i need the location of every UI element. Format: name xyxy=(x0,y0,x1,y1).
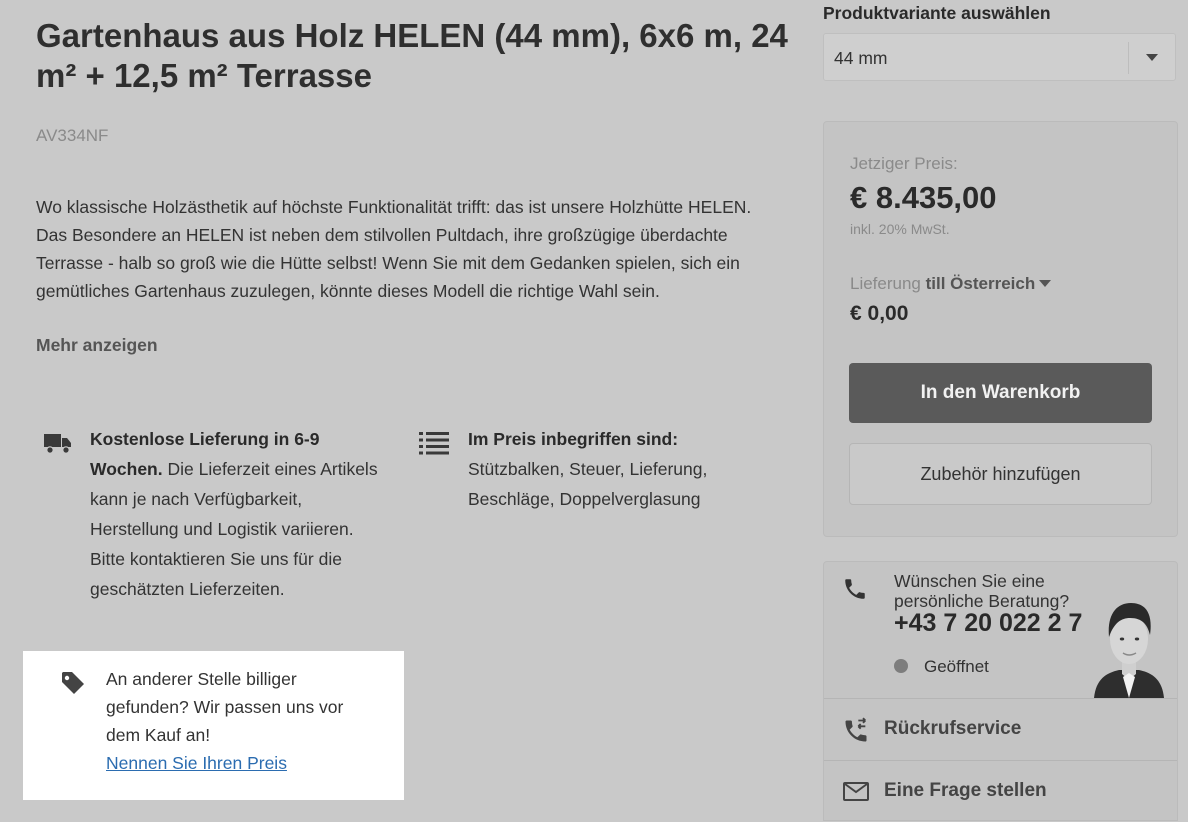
price-tag-icon xyxy=(60,670,86,701)
contact-panel: Wünschen Sie eine persönliche Beratung? … xyxy=(823,561,1178,821)
open-status: Geöffnet xyxy=(924,657,989,676)
ask-question-label: Eine Frage stellen xyxy=(884,780,1047,801)
included-info-title: Im Preis inbegriffen sind: xyxy=(468,429,679,449)
included-info-text: Stützbalken, Steuer, Lieferung, Beschläg… xyxy=(468,459,708,509)
phone-number[interactable]: +43 7 20 022 2 7 xyxy=(894,609,1082,638)
list-icon xyxy=(418,431,450,460)
advisor-avatar xyxy=(1094,597,1164,698)
price-match-content: An anderer Stelle billiger gefunden? Wir… xyxy=(106,665,376,777)
mail-icon xyxy=(842,779,870,808)
product-description: Wo klassische Holzästhetik auf höchste F… xyxy=(36,197,752,301)
chevron-down-icon xyxy=(1146,54,1158,61)
product-title: Gartenhaus aus Holz HELEN (44 mm), 6x6 m… xyxy=(36,17,788,94)
delivery-info: Kostenlose Lieferung in 6-9 Wochen. Die … xyxy=(90,424,380,604)
callback-service-label: Rückrufservice xyxy=(884,718,1022,739)
variant-label: Produktvariante auswählen xyxy=(823,3,1051,23)
name-your-price-link[interactable]: Nennen Sie Ihren Preis xyxy=(106,753,287,773)
add-accessories-button[interactable]: Zubehör hinzufügen xyxy=(849,443,1152,505)
delivery-info-text: Die Lieferzeit eines Artikels kann je na… xyxy=(90,459,378,599)
variant-select[interactable]: 44 mm xyxy=(823,33,1176,81)
caret-down-icon xyxy=(1039,280,1052,287)
show-more-link[interactable]: Mehr anzeigen xyxy=(36,335,158,356)
ask-question-link[interactable]: Eine Frage stellen xyxy=(824,760,1177,822)
select-divider xyxy=(1128,42,1129,74)
callback-service-link[interactable]: Rückrufservice xyxy=(824,698,1177,760)
vat-note: inkl. 20% MwSt. xyxy=(850,221,950,237)
add-to-cart-button[interactable]: In den Warenkorb xyxy=(849,363,1152,423)
price-match-text: An anderer Stelle billiger gefunden? Wir… xyxy=(106,669,344,745)
consultation-question: Wünschen Sie eine persönliche Beratung? xyxy=(894,571,1070,611)
status-dot xyxy=(894,659,908,673)
delivery-country-label: till Österreich xyxy=(925,274,1036,293)
truck-icon xyxy=(43,431,73,460)
delivery-label: Lieferung xyxy=(850,274,921,293)
delivery-country-select[interactable]: till Österreich xyxy=(926,274,1052,293)
price-panel: Jetziger Preis: € 8.435,00 inkl. 20% MwS… xyxy=(823,121,1178,537)
phone-callback-icon xyxy=(842,717,870,750)
delivery-row: Lieferung till Österreich xyxy=(850,274,1052,294)
phone-icon xyxy=(842,576,868,607)
price-match-box: An anderer Stelle billiger gefunden? Wir… xyxy=(23,651,404,800)
included-info: Im Preis inbegriffen sind: Stützbalken, … xyxy=(468,424,768,514)
current-price: € 8.435,00 xyxy=(850,180,997,215)
delivery-price: € 0,00 xyxy=(850,302,909,325)
current-price-label: Jetziger Preis: xyxy=(850,154,958,173)
product-sku: AV334NF xyxy=(36,126,109,145)
variant-selected-value: 44 mm xyxy=(834,48,888,68)
